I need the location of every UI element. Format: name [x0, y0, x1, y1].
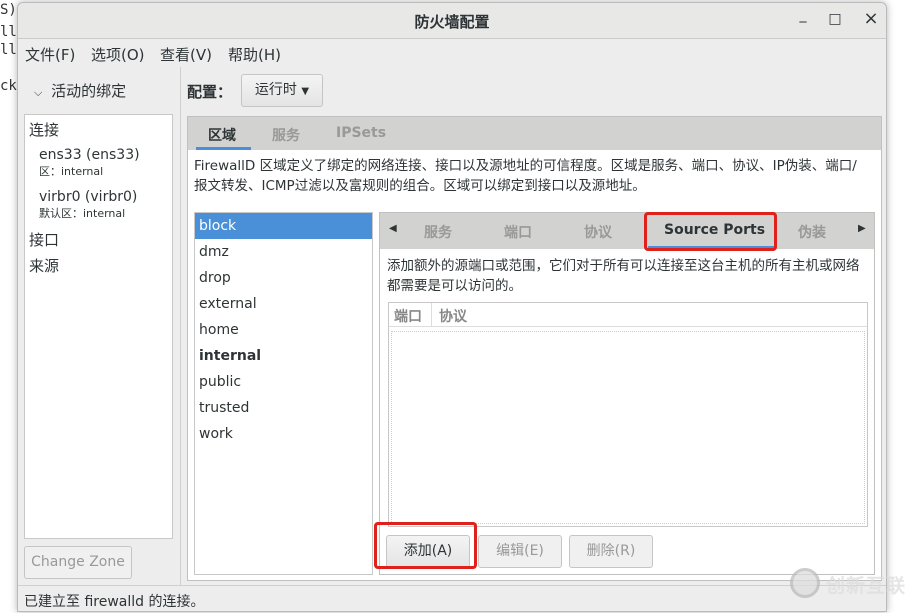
menu-view[interactable]: 查看(V): [160, 44, 212, 65]
logo-icon: [790, 568, 820, 598]
zone-item-trusted[interactable]: trusted: [195, 395, 372, 421]
main-notebook: 区域 服务 IPSets FirewallD 区域定义了绑定的网络连接、接口以及…: [187, 116, 882, 581]
table-header: 端口 协议: [389, 303, 867, 327]
zone-settings-notebook: ◀ 服务 端口 协议 Source Ports 伪装 ▶ 添加额外的源端口或范围…: [379, 212, 875, 575]
column-port[interactable]: 端口: [394, 306, 422, 326]
tab-services[interactable]: 服务: [424, 222, 452, 242]
connections-section[interactable]: 连接: [29, 119, 59, 140]
connection-zone: 区：internal: [39, 165, 104, 178]
column-protocol[interactable]: 协议: [439, 306, 467, 326]
main-tab-bar: 区域 服务 IPSets: [188, 117, 881, 150]
connection-virbr0[interactable]: virbr0 (virbr0) 默认区：internal: [39, 189, 137, 221]
connection-name: ens33 (ens33): [39, 147, 140, 163]
config-dropdown[interactable]: 运行时 ▼: [241, 74, 323, 107]
title-bar[interactable]: 防火墙配置 _ □ ×: [18, 3, 886, 39]
zone-list[interactable]: block dmz drop external home internal public tr…: [194, 212, 373, 575]
caret-down-icon: ▼: [301, 86, 310, 97]
zone-tab-bar: ◀ 服务 端口 协议 Source Ports 伪装 ▶: [380, 213, 874, 249]
edit-button[interactable]: 编辑(E): [478, 535, 562, 568]
table-body: [391, 331, 865, 524]
menu-file[interactable]: 文件(F): [25, 44, 75, 65]
maximize-button[interactable]: □: [825, 11, 845, 27]
status-bar: 已建立至 firewalld 的连接。: [18, 585, 886, 613]
tab-protocols[interactable]: 协议: [584, 222, 612, 242]
scroll-left-icon[interactable]: ◀: [389, 223, 397, 234]
zone-item-work[interactable]: work: [195, 421, 372, 447]
pane-divider[interactable]: [180, 67, 181, 585]
status-text: 已建立至 firewalld 的连接。: [24, 594, 205, 610]
close-button[interactable]: ×: [861, 8, 881, 29]
menu-options[interactable]: 选项(O): [91, 44, 145, 65]
zone-item-dmz[interactable]: dmz: [195, 239, 372, 265]
active-bindings-header[interactable]: ⌵ 活动的绑定: [34, 80, 126, 101]
zone-item-public[interactable]: public: [195, 369, 372, 395]
zone-item-internal[interactable]: internal: [195, 343, 372, 369]
watermark-logo: 创新互联: [790, 566, 920, 602]
minimize-button[interactable]: _: [793, 7, 813, 23]
watermark-text: 创新互联: [826, 575, 907, 597]
terminal-text: S): [0, 2, 17, 18]
config-value: 运行时: [254, 82, 297, 98]
active-bindings-label: 活动的绑定: [51, 82, 127, 100]
column-divider: [431, 303, 432, 327]
highlight-add-button: [374, 522, 477, 569]
zone-item-drop[interactable]: drop: [195, 265, 372, 291]
tab-services[interactable]: 服务: [272, 125, 300, 145]
menu-help[interactable]: 帮助(H): [228, 44, 281, 65]
remove-button[interactable]: 删除(R): [569, 535, 653, 568]
firewall-config-window: 防火墙配置 _ □ × 文件(F) 选项(O) 查看(V) 帮助(H) ⌵ 活动…: [17, 2, 887, 612]
tab-ports[interactable]: 端口: [504, 222, 532, 242]
connection-ens33[interactable]: ens33 (ens33) 区：internal: [39, 147, 140, 179]
connection-name: virbr0 (virbr0): [39, 189, 138, 205]
interfaces-section[interactable]: 接口: [29, 229, 59, 250]
menu-bar: 文件(F) 选项(O) 查看(V) 帮助(H): [18, 39, 886, 67]
scroll-right-icon[interactable]: ▶: [858, 223, 866, 234]
tab-masquerade[interactable]: 伪装: [798, 222, 826, 242]
source-ports-table[interactable]: 端口 协议: [388, 302, 868, 527]
zone-description: FirewallD 区域定义了绑定的网络连接、接口以及源地址的可信程度。区域是服…: [194, 158, 857, 194]
connection-zone: 默认区：internal: [39, 207, 126, 220]
zone-item-home[interactable]: home: [195, 317, 372, 343]
active-tab-indicator: [196, 147, 251, 150]
tab-ipsets[interactable]: IPSets: [336, 125, 386, 141]
highlight-source-ports: [644, 212, 777, 251]
change-zone-button[interactable]: Change Zone: [24, 546, 132, 579]
tab-zones[interactable]: 区域: [208, 125, 236, 145]
source-ports-description: 添加额外的源端口或范围，它们对于所有可以连接至这台主机的所有主机或网络都需要是可…: [387, 258, 860, 294]
zone-item-block[interactable]: block: [195, 213, 372, 239]
zone-item-external[interactable]: external: [195, 291, 372, 317]
sources-section[interactable]: 来源: [29, 255, 59, 276]
bindings-list[interactable]: 连接 ens33 (ens33) 区：internal virbr0 (virb…: [24, 114, 173, 539]
config-label: 配置：: [187, 83, 233, 101]
chevron-down-icon: ⌵: [34, 86, 43, 99]
window-title: 防火墙配置: [414, 13, 490, 31]
